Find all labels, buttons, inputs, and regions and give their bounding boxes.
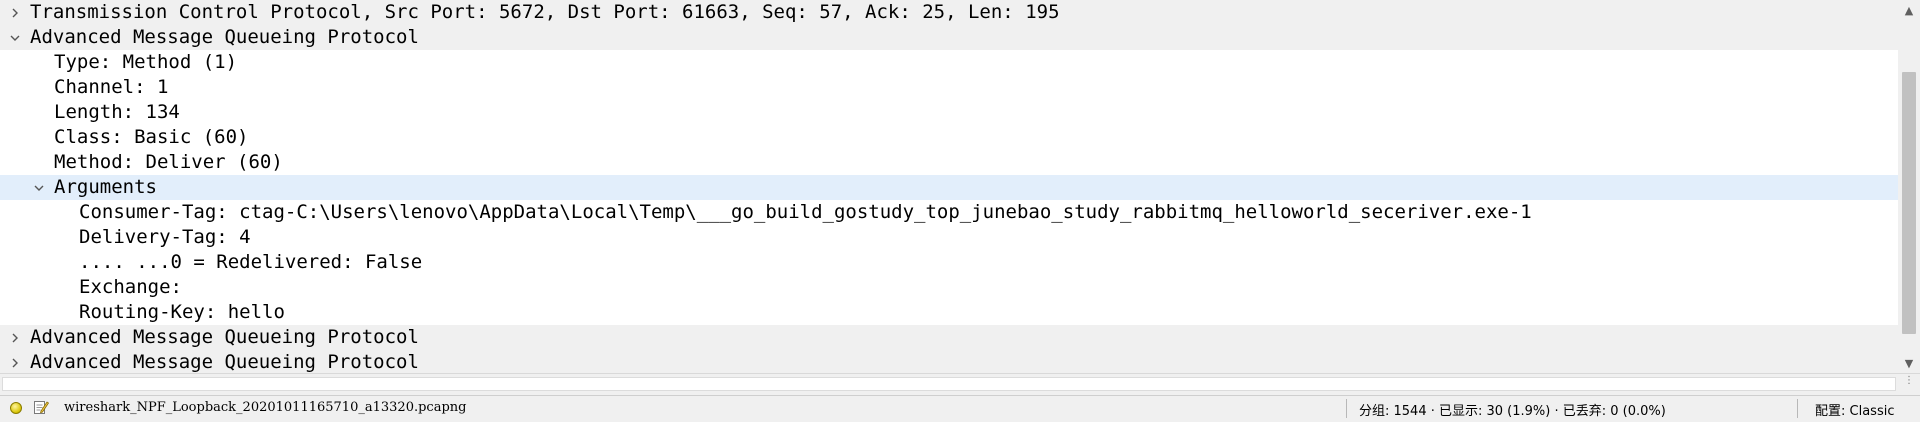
- chevron-down-icon[interactable]: [8, 25, 22, 50]
- packet-details-tree[interactable]: Transmission Control Protocol, Src Port:…: [0, 0, 1898, 373]
- tree-row[interactable]: Advanced Message Queueing Protocol: [0, 325, 1898, 350]
- tree-row-label: Exchange:: [79, 276, 182, 298]
- tree-row[interactable]: Arguments: [0, 175, 1898, 200]
- tree-row-label: Advanced Message Queueing Protocol: [30, 326, 419, 348]
- tree-row-label: Advanced Message Queueing Protocol: [30, 26, 419, 48]
- scroll-up-arrow-icon[interactable]: ▲: [1898, 0, 1920, 20]
- tree-row-label: Consumer-Tag: ctag-C:\Users\lenovo\AppDa…: [79, 201, 1532, 223]
- tree-row[interactable]: .... ...0 = Redelivered: False: [0, 250, 1898, 275]
- scroll-down-arrow-icon[interactable]: ▼: [1898, 353, 1920, 373]
- chevron-right-icon[interactable]: [8, 0, 22, 25]
- tree-row[interactable]: Exchange:: [0, 275, 1898, 300]
- status-separator: [1346, 399, 1347, 418]
- chevron-down-icon[interactable]: [32, 175, 46, 200]
- tree-row[interactable]: Method: Deliver (60): [0, 150, 1898, 175]
- tree-row-label: Class: Basic (60): [54, 126, 249, 148]
- tree-row[interactable]: Delivery-Tag: 4: [0, 225, 1898, 250]
- status-bar: wireshark_NPF_Loopback_20201011165710_a1…: [0, 395, 1920, 422]
- capture-file-name: wireshark_NPF_Loopback_20201011165710_a1…: [64, 400, 467, 415]
- tree-row[interactable]: Class: Basic (60): [0, 125, 1898, 150]
- configuration-profile[interactable]: 配置: Classic: [1815, 400, 1894, 419]
- status-separator: [1797, 399, 1798, 418]
- tree-row[interactable]: Routing-Key: hello: [0, 300, 1898, 325]
- tree-row[interactable]: Length: 134: [0, 100, 1898, 125]
- tree-row[interactable]: Advanced Message Queueing Protocol: [0, 350, 1898, 373]
- tree-row[interactable]: Advanced Message Queueing Protocol: [0, 25, 1898, 50]
- chevron-right-icon[interactable]: [8, 350, 22, 373]
- tree-row-label: .... ...0 = Redelivered: False: [79, 251, 423, 273]
- tree-row-label: Length: 134: [54, 101, 180, 123]
- packet-statistics: 分组: 1544 · 已显示: 30 (1.9%) · 已丢弃: 0 (0.0%…: [1359, 404, 1666, 419]
- tree-row-label: Type: Method (1): [54, 51, 238, 73]
- tree-row[interactable]: Transmission Control Protocol, Src Port:…: [0, 0, 1898, 25]
- chevron-right-icon[interactable]: [8, 325, 22, 350]
- tree-row-label: Method: Deliver (60): [54, 151, 283, 173]
- pane-splitter[interactable]: ⋮: [0, 373, 1920, 395]
- capture-status-indicator-icon[interactable]: [10, 402, 22, 414]
- scrollbar-thumb[interactable]: [1902, 72, 1916, 334]
- edit-comment-icon[interactable]: [33, 399, 49, 415]
- packet-bytes-pane-edge: [2, 377, 1896, 391]
- tree-row-label: Channel: 1: [54, 76, 169, 98]
- tree-row-label: Transmission Control Protocol, Src Port:…: [30, 1, 1060, 23]
- vertical-scrollbar[interactable]: ▲ ▼: [1898, 0, 1920, 373]
- tree-row-label: Advanced Message Queueing Protocol: [30, 351, 419, 373]
- tree-row-label: Routing-Key: hello: [79, 301, 285, 323]
- tree-row-label: Arguments: [54, 176, 157, 198]
- tree-row-label: Delivery-Tag: 4: [79, 226, 251, 248]
- tree-row[interactable]: Consumer-Tag: ctag-C:\Users\lenovo\AppDa…: [0, 200, 1898, 225]
- splitter-grip-icon[interactable]: ⋮: [1904, 376, 1914, 386]
- tree-row[interactable]: Channel: 1: [0, 75, 1898, 100]
- tree-row[interactable]: Type: Method (1): [0, 50, 1898, 75]
